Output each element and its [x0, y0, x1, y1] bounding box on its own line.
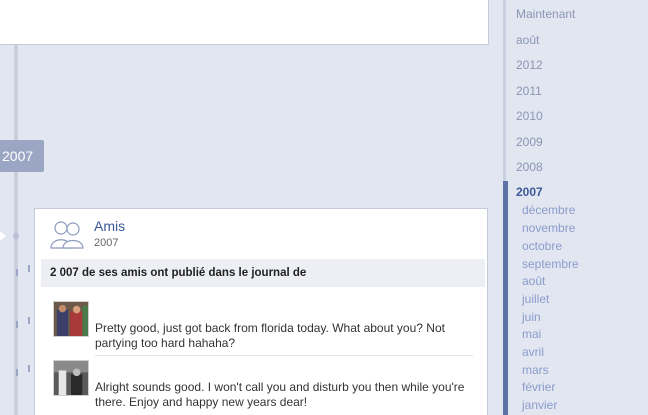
friends-icon — [50, 221, 84, 249]
previous-post-card — [0, 0, 489, 45]
nav-month-septembre[interactable]: septembre — [522, 257, 579, 271]
nav-month-octobre[interactable]: octobre — [522, 239, 562, 253]
nav-month-fevrier[interactable]: février — [522, 380, 555, 394]
friend-photo-thumbnail[interactable] — [53, 301, 89, 337]
friend-photo-thumbnail[interactable] — [53, 360, 89, 396]
nav-month-novembre[interactable]: novembre — [522, 221, 575, 235]
nav-month-mai[interactable]: mai — [522, 327, 541, 341]
year-marker-2007[interactable]: 2007 — [0, 140, 44, 172]
timeline-tick — [16, 369, 18, 376]
friends-posts-card: Amis 2007 2 007 de ses amis ont publié d… — [34, 208, 488, 415]
year-nav-active-indicator — [503, 181, 508, 415]
nav-month-juillet[interactable]: juillet — [522, 292, 549, 306]
card-summary-header: 2 007 de ses amis ont publié dans le jou… — [41, 259, 485, 287]
story-divider — [95, 355, 473, 356]
nav-item-2010[interactable]: 2010 — [516, 109, 543, 123]
nav-item-2012[interactable]: 2012 — [516, 58, 543, 72]
timeline-tick — [28, 265, 30, 272]
card-title[interactable]: Amis — [94, 218, 125, 234]
timeline-tick — [16, 269, 18, 276]
timeline-dot — [13, 233, 19, 239]
timeline-spine — [14, 45, 18, 415]
timeline-tick — [16, 321, 18, 328]
nav-month-aout[interactable]: août — [522, 274, 545, 288]
timeline-tick — [28, 365, 30, 372]
nav-item-2011[interactable]: 2011 — [516, 84, 542, 98]
nav-item-2007-active[interactable]: 2007 — [516, 185, 543, 199]
card-date: 2007 — [94, 237, 119, 249]
nav-item-2009[interactable]: 2009 — [516, 135, 543, 149]
nav-item-2008[interactable]: 2008 — [516, 160, 543, 174]
timeline-pointer-arrow — [0, 231, 6, 241]
nav-item-aout[interactable]: août — [516, 33, 539, 47]
nav-item-now[interactable]: Maintenant — [516, 7, 575, 21]
nav-month-juin[interactable]: juin — [522, 310, 541, 324]
timeline-tick — [28, 317, 30, 324]
nav-month-janvier[interactable]: janvier — [522, 398, 557, 412]
card-header: Amis 2007 — [35, 209, 487, 259]
story-message: Pretty good, just got back from florida … — [95, 321, 445, 350]
nav-month-avril[interactable]: avril — [522, 345, 544, 359]
story-message: Alright sounds good. I won't call you an… — [95, 380, 465, 409]
nav-month-decembre[interactable]: décembre — [522, 203, 575, 217]
nav-month-mars[interactable]: mars — [522, 363, 549, 377]
